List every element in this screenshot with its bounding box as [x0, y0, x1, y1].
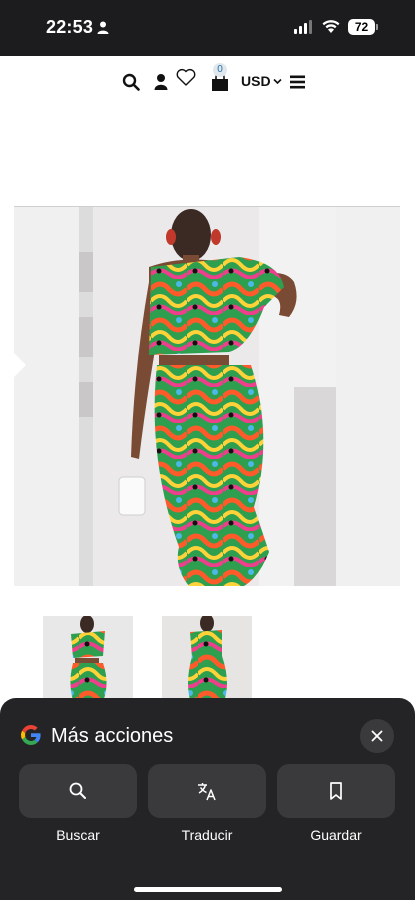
battery-indicator: 72	[348, 19, 378, 35]
status-time: 22:53	[46, 17, 94, 37]
previous-image-arrow-icon[interactable]	[14, 353, 26, 377]
product-thumbnail[interactable]	[43, 616, 133, 706]
currency-label: USD	[241, 73, 271, 89]
person-icon	[97, 21, 109, 34]
user-icon[interactable]	[153, 73, 169, 90]
bookmark-icon	[330, 782, 342, 800]
cart-count-badge: 0	[213, 63, 227, 77]
currency-selector[interactable]: USD	[241, 73, 282, 89]
product-thumbnail[interactable]	[162, 616, 252, 706]
translate-icon	[198, 783, 216, 801]
store-header: 0 USD	[0, 56, 415, 106]
search-action-button[interactable]	[19, 764, 137, 818]
translate-action-button[interactable]	[148, 764, 266, 818]
heart-icon[interactable]	[176, 68, 196, 86]
close-button[interactable]	[360, 719, 394, 753]
battery-tip	[376, 24, 378, 30]
save-action-button[interactable]	[277, 764, 395, 818]
translate-action-label: Traducir	[181, 827, 233, 843]
search-icon[interactable]	[122, 73, 140, 91]
thumbnail-image	[43, 616, 133, 706]
sheet-title: Más acciones	[51, 725, 174, 747]
save-action-label: Guardar	[310, 827, 362, 843]
product-image-gallery[interactable]	[14, 207, 400, 586]
status-bar: 22:53 72	[0, 0, 415, 56]
more-actions-sheet: Más acciones Buscar Traducir Guardar	[0, 698, 415, 900]
battery-level: 72	[348, 19, 375, 35]
search-action-label: Buscar	[56, 827, 100, 843]
product-main-image[interactable]	[79, 207, 336, 586]
search-icon	[69, 782, 86, 799]
home-indicator[interactable]	[134, 887, 282, 892]
cellular-signal-icon	[294, 20, 312, 34]
chevron-down-icon	[272, 78, 282, 84]
thumbnail-image	[162, 616, 252, 706]
google-logo-icon	[21, 725, 41, 745]
hamburger-menu-icon[interactable]	[290, 75, 305, 89]
close-icon	[371, 730, 383, 742]
wifi-icon	[322, 20, 340, 33]
thumbnail-strip	[0, 616, 415, 706]
dress-photo-illustration	[79, 207, 336, 586]
